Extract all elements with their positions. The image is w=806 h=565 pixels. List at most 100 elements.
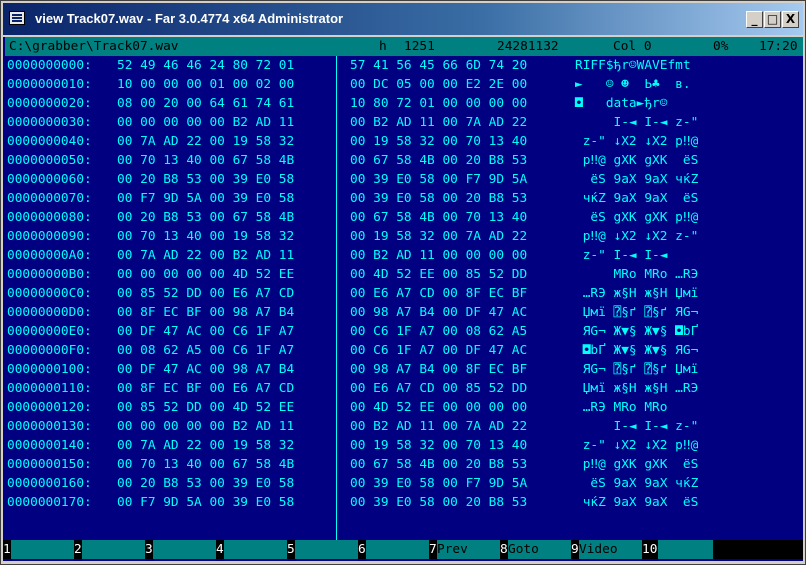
hex-row-text: ► ☺ ☻ Ь♣ в. [575, 77, 699, 92]
view-mode: h [379, 39, 387, 54]
hex-row-text: p‼@ gXK gXK ёS [575, 153, 699, 168]
hex-row: 00000000D0: 00 8F EC BF 00 98 A7 B4 00 98 … [3, 303, 803, 322]
hex-row-offset: 0000000170: [7, 495, 92, 510]
hex-row-offset: 0000000150: [7, 457, 92, 472]
hex-row-bytes-right: 00 C6 1F A7 00 DF 47 AC [350, 343, 528, 358]
close-button[interactable]: X [782, 11, 799, 28]
hex-row: 0000000050: 00 70 13 40 00 67 58 4B 00 67 … [3, 151, 803, 170]
hex-row: 0000000060: 00 20 B8 53 00 39 E0 58 00 39 … [3, 170, 803, 189]
hex-row-bytes-right: 00 39 E0 58 00 F7 9D 5A [350, 172, 528, 187]
hex-row-offset: 0000000050: [7, 153, 92, 168]
hex-row: 00000000A0: 00 7A AD 22 00 B2 AD 11 00 B2 … [3, 246, 803, 265]
hex-row: 0000000090: 00 70 13 40 00 19 58 32 00 19 … [3, 227, 803, 246]
hex-row: 0000000040: 00 7A AD 22 00 19 58 32 00 19 … [3, 132, 803, 151]
hex-row: 0000000130: 00 00 00 00 00 B2 AD 11 00 B2 … [3, 417, 803, 436]
hex-row: 00000000E0: 00 DF 47 AC 00 C6 1F A7 00 C6 … [3, 322, 803, 341]
hex-row-text: чќZ 9аX 9аX ёS [575, 495, 699, 510]
hex-row: 0000000100: 00 DF 47 AC 00 98 A7 B4 00 98 … [3, 360, 803, 379]
hex-row-bytes-left: 00 F7 9D 5A 00 39 E0 58 [117, 495, 295, 510]
hex-row: 0000000110: 00 8F EC BF 00 E6 A7 CD 00 E6 … [3, 379, 803, 398]
fkey-label [153, 540, 216, 559]
hex-row-bytes-left: 00 85 52 DD 00 4D 52 EE [117, 400, 295, 415]
hex-row-text: p‼@ ↓X2 ↓X2 z-" [575, 229, 699, 244]
hex-row: 0000000030: 00 00 00 00 00 B2 AD 11 00 B2 … [3, 113, 803, 132]
hex-row-bytes-left: 00 8F EC BF 00 E6 A7 CD [117, 381, 295, 396]
hex-row-text: z-" ↓X2 ↓X2 p‼@ [575, 438, 699, 453]
hex-row-offset: 0000000090: [7, 229, 92, 244]
fkey-label [224, 540, 287, 559]
fkey-number: 7 [429, 540, 437, 559]
hex-row: 00000000C0: 00 85 52 DD 00 E6 A7 CD 00 E6 … [3, 284, 803, 303]
hex-row-offset: 00000000D0: [7, 305, 92, 320]
fkey-number: 10 [642, 540, 658, 559]
hex-row-bytes-right: 00 19 58 32 00 7A AD 22 [350, 229, 528, 244]
hex-row: 0000000140: 00 7A AD 22 00 19 58 32 00 19 … [3, 436, 803, 455]
hex-row-text: ёS 9аX 9аX чќZ [575, 476, 699, 491]
hex-row-text: …RЭ ж§Н ж§Н Џмї [575, 286, 699, 301]
fkey-8[interactable]: 8 Goto [500, 540, 571, 559]
fkey-number: 5 [287, 540, 295, 559]
viewer-screen[interactable]: C:\grabber\Track07.wav h 1251 24281132 C… [3, 37, 803, 561]
title-bar[interactable]: view Track07.wav - Far 3.0.4774 x64 Admi… [3, 3, 803, 35]
hex-row-bytes-left: 00 70 13 40 00 19 58 32 [117, 229, 295, 244]
codepage: 1251 [404, 39, 435, 54]
fkey-4[interactable]: 4 [216, 540, 287, 559]
function-key-bar: 1 2 3 4 5 6 7 Prev 8 Goto 9 Video 10 [3, 540, 803, 559]
hex-row-bytes-right: 00 B2 AD 11 00 7A AD 22 [350, 419, 528, 434]
hex-row-text: ёS gXK gXK p‼@ [575, 210, 699, 225]
hex-dump[interactable]: 0000000000: 52 49 46 46 24 80 72 01 57 41 … [3, 56, 803, 512]
fkey-label [658, 540, 713, 559]
hex-row-text: MRo MRo …RЭ [575, 267, 699, 282]
hex-row-offset: 0000000060: [7, 172, 92, 187]
hex-row-text: чќZ 9аX 9аX ёS [575, 191, 699, 206]
hex-row-bytes-left: 00 7A AD 22 00 19 58 32 [117, 438, 295, 453]
hex-row-offset: 0000000030: [7, 115, 92, 130]
hex-row-bytes-right: 00 39 E0 58 00 20 B8 53 [350, 191, 528, 206]
hex-row: 0000000080: 00 20 B8 53 00 67 58 4B 00 67 … [3, 208, 803, 227]
hex-row-bytes-right: 00 67 58 4B 00 70 13 40 [350, 210, 528, 225]
hex-row-bytes-left: 00 20 B8 53 00 39 E0 58 [117, 476, 295, 491]
minimize-button[interactable]: _ [746, 11, 763, 28]
fkey-1[interactable]: 1 [3, 540, 74, 559]
fkey-9[interactable]: 9 Video [571, 540, 642, 559]
far-app-icon[interactable] [9, 11, 25, 25]
fkey-label [82, 540, 145, 559]
fkey-7[interactable]: 7 Prev [429, 540, 500, 559]
fkey-label: Goto [508, 540, 571, 559]
fkey-2[interactable]: 2 [74, 540, 145, 559]
hex-row-text: І-◄ І-◄ z-" [575, 419, 699, 434]
hex-row-bytes-left: 00 8F EC BF 00 98 A7 B4 [117, 305, 295, 320]
clock: 17:20 [759, 39, 798, 54]
hex-row-bytes-right: 00 39 E0 58 00 20 B8 53 [350, 495, 528, 510]
hex-row: 0000000070: 00 F7 9D 5A 00 39 E0 58 00 39 … [3, 189, 803, 208]
fkey-number: 6 [358, 540, 366, 559]
maximize-button[interactable]: □ [764, 11, 781, 28]
file-path: C:\grabber\Track07.wav [9, 39, 179, 54]
hex-row-bytes-right: 00 98 A7 B4 00 DF 47 AC [350, 305, 528, 320]
hex-row-bytes-left: 00 70 13 40 00 67 58 4B [117, 457, 295, 472]
fkey-label: Video [579, 540, 642, 559]
hex-row-bytes-right: 00 B2 AD 11 00 00 00 00 [350, 248, 528, 263]
hex-row-offset: 00000000C0: [7, 286, 92, 301]
hex-row-offset: 0000000080: [7, 210, 92, 225]
hex-row-bytes-right: 00 E6 A7 CD 00 85 52 DD [350, 381, 528, 396]
hex-row-offset: 0000000140: [7, 438, 92, 453]
hex-row-bytes-left: 00 70 13 40 00 67 58 4B [117, 153, 295, 168]
hex-row: 00000000F0: 00 08 62 A5 00 C6 1F A7 00 C6 … [3, 341, 803, 360]
hex-row-text: z-" ↓X2 ↓X2 p‼@ [575, 134, 699, 149]
hex-row-bytes-right: 00 E6 A7 CD 00 8F EC BF [350, 286, 528, 301]
fkey-10[interactable]: 10 [642, 540, 713, 559]
hex-row: 00000000B0: 00 00 00 00 00 4D 52 EE 00 4D … [3, 265, 803, 284]
fkey-3[interactable]: 3 [145, 540, 216, 559]
fkey-number: 9 [571, 540, 579, 559]
fkey-5[interactable]: 5 [287, 540, 358, 559]
hex-row-offset: 0000000120: [7, 400, 92, 415]
hex-row-text: z-" І-◄ І-◄ [575, 248, 699, 263]
hex-row-bytes-left: 00 DF 47 AC 00 98 A7 B4 [117, 362, 295, 377]
hex-row-bytes-right: 00 39 E0 58 00 F7 9D 5A [350, 476, 528, 491]
fkey-6[interactable]: 6 [358, 540, 429, 559]
hex-row-bytes-left: 52 49 46 46 24 80 72 01 [117, 58, 295, 73]
hex-row-bytes-left: 08 00 20 00 64 61 74 61 [117, 96, 295, 111]
hex-row: 0000000120: 00 85 52 DD 00 4D 52 EE 00 4D … [3, 398, 803, 417]
hex-row-bytes-right: 00 98 A7 B4 00 8F EC BF [350, 362, 528, 377]
